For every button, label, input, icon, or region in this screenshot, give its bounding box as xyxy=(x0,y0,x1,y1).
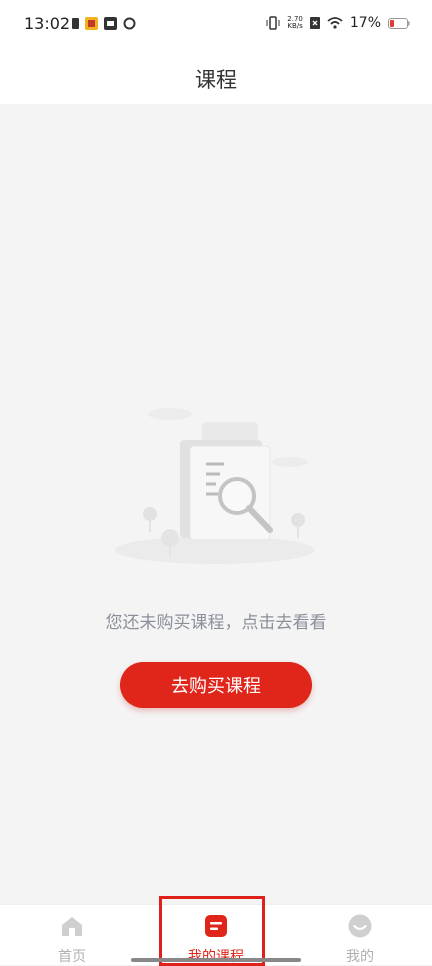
sync-icon xyxy=(123,17,136,30)
page-header: 课程 xyxy=(0,52,432,104)
vibrate-icon xyxy=(266,16,280,30)
battery-icon xyxy=(388,17,410,29)
selection-highlight xyxy=(159,896,265,966)
tab-profile[interactable]: 我的 xyxy=(288,905,432,965)
tab-profile-label: 我的 xyxy=(346,949,374,965)
empty-state-area: 您还未购买课程，点击去看看 去购买课程 xyxy=(0,104,432,904)
system-icons: 2.70 KB/s 17% xyxy=(266,15,410,31)
tab-home-label: 首页 xyxy=(58,949,86,965)
battery-percent: 17% xyxy=(349,15,381,31)
clock: 13:02 xyxy=(24,14,71,33)
home-icon xyxy=(62,917,82,936)
wifi-icon xyxy=(327,17,343,29)
notification-icons xyxy=(72,17,136,30)
profile-icon xyxy=(348,914,372,938)
empty-message: 您还未购买课程，点击去看看 xyxy=(105,613,327,633)
network-speed: 2.70 KB/s xyxy=(287,15,303,30)
empty-course-illustration xyxy=(115,408,315,564)
buy-course-button[interactable]: 去购买课程 xyxy=(120,662,312,708)
sim-icon xyxy=(72,18,79,29)
page-title: 课程 xyxy=(195,68,237,92)
mail-notification-icon xyxy=(104,17,117,30)
home-indicator xyxy=(131,958,301,962)
no-sim-icon xyxy=(309,17,320,29)
tab-home[interactable]: 首页 xyxy=(0,905,144,965)
app-notification-icon xyxy=(85,17,98,30)
status-bar: 13:02 2.70 KB/s 17% xyxy=(0,0,432,52)
